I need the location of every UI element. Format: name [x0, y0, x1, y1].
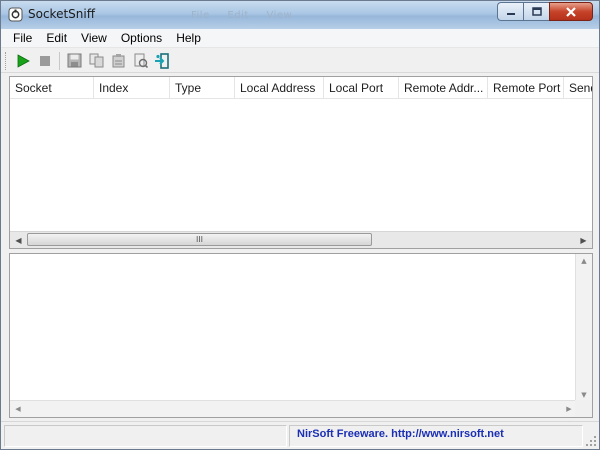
- properties-button[interactable]: [107, 50, 129, 72]
- background-window-menu: File Edit View: [191, 10, 306, 21]
- caption-buttons: [497, 2, 593, 21]
- menu-options[interactable]: Options: [115, 31, 170, 45]
- maximize-button[interactable]: [523, 2, 549, 21]
- toolbar-separator: [59, 51, 60, 70]
- column-local-address[interactable]: Local Address: [235, 77, 324, 99]
- toolbar: [1, 49, 599, 73]
- ghost-menu-file: File: [191, 10, 210, 21]
- window-title: SocketSniff: [28, 7, 95, 21]
- toolbar-grip: [5, 51, 8, 70]
- column-remote-address[interactable]: Remote Addr...: [399, 77, 488, 99]
- save-icon: [67, 53, 81, 68]
- column-type[interactable]: Type: [170, 77, 235, 99]
- close-icon: [566, 6, 576, 17]
- list-horizontal-scrollbar[interactable]: ◀ III ▶: [10, 231, 592, 248]
- copy-button[interactable]: [85, 50, 107, 72]
- html-report-button[interactable]: [129, 50, 151, 72]
- minimize-icon: [506, 12, 515, 15]
- html-report-icon: [134, 53, 148, 68]
- column-local-port[interactable]: Local Port: [324, 77, 399, 99]
- start-capture-button[interactable]: [12, 50, 34, 72]
- save-button[interactable]: [63, 50, 85, 72]
- exit-icon: [155, 52, 169, 69]
- data-pane[interactable]: ▲ ▼ ◀ ▶: [9, 253, 593, 418]
- properties-icon: [112, 54, 124, 68]
- ghost-menu-view: View: [266, 10, 293, 21]
- app-window: SocketSniff File Edit View File Edit Vie…: [0, 0, 600, 450]
- minimize-button[interactable]: [497, 2, 523, 21]
- scrollbar-thumb[interactable]: III: [27, 233, 372, 246]
- data-pane-vertical-scrollbar[interactable]: ▲ ▼: [575, 254, 592, 402]
- menu-bar: File Edit View Options Help: [1, 29, 599, 48]
- status-panel-left: [4, 425, 287, 447]
- column-remote-port[interactable]: Remote Port: [488, 77, 564, 99]
- menu-edit[interactable]: Edit: [40, 31, 75, 45]
- scroll-left-arrow-icon[interactable]: ◀: [10, 232, 27, 248]
- scroll-up-arrow-icon[interactable]: ▲: [576, 254, 592, 268]
- menu-help[interactable]: Help: [170, 31, 209, 45]
- sockets-list[interactable]: Socket Index Type Local Address Local Po…: [9, 76, 593, 249]
- column-socket[interactable]: Socket: [10, 77, 94, 99]
- stop-capture-button[interactable]: [34, 50, 56, 72]
- maximize-icon: [531, 7, 542, 16]
- column-send[interactable]: Send: [564, 77, 592, 99]
- copy-icon: [89, 53, 103, 68]
- scroll-right-arrow-icon[interactable]: ▶: [575, 232, 592, 248]
- exit-button[interactable]: [151, 50, 173, 72]
- scroll-left-arrow-icon[interactable]: ◀: [10, 401, 26, 417]
- menu-view[interactable]: View: [75, 31, 115, 45]
- status-bar: NirSoft Freeware. http://www.nirsoft.net: [1, 421, 599, 449]
- list-header: Socket Index Type Local Address Local Po…: [10, 77, 592, 99]
- nirsoft-link[interactable]: NirSoft Freeware. http://www.nirsoft.net: [297, 428, 504, 440]
- close-button[interactable]: [549, 2, 593, 21]
- data-pane-horizontal-scrollbar[interactable]: ◀ ▶: [10, 400, 577, 417]
- start-capture-icon: [17, 53, 30, 68]
- column-index[interactable]: Index: [94, 77, 170, 99]
- resize-grip-icon[interactable]: [585, 435, 597, 447]
- title-bar[interactable]: SocketSniff File Edit View: [1, 1, 599, 29]
- scrollbar-corner: [575, 400, 592, 417]
- app-icon: [8, 7, 23, 22]
- ghost-menu-edit: Edit: [227, 10, 249, 21]
- stop-capture-icon: [40, 55, 50, 66]
- scrollbar-grip: III: [195, 235, 204, 244]
- menu-file[interactable]: File: [7, 31, 40, 45]
